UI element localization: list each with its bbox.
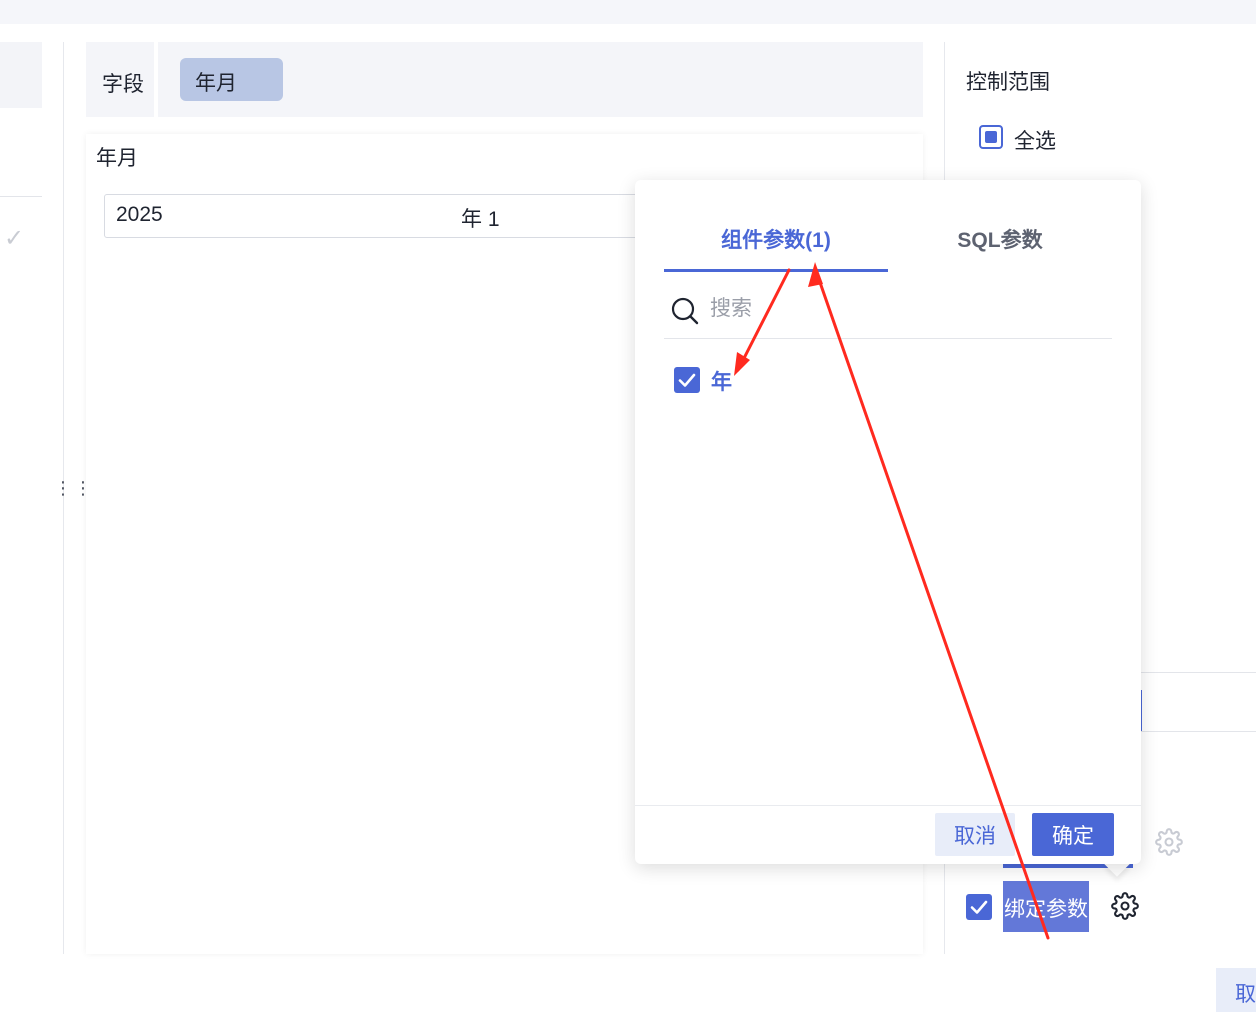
field-chip[interactable]: 年月: [180, 58, 283, 101]
panel-divider-left: [63, 42, 64, 954]
tab-sql-params[interactable]: SQL参数: [888, 224, 1112, 256]
param-popover: [635, 180, 1141, 864]
tab-component-params[interactable]: 组件参数(1): [664, 224, 888, 256]
left-divider: [0, 196, 42, 197]
cancel-button[interactable]: 取消: [935, 813, 1015, 856]
check-icon: [678, 373, 696, 387]
content-title: 年月: [96, 147, 138, 170]
date-unit-value: 年 1: [461, 208, 500, 231]
drag-handle-icon[interactable]: ⋮⋮: [54, 479, 92, 497]
select-all-checkbox[interactable]: [979, 125, 1003, 149]
search-icon: [670, 296, 700, 331]
confirm-button[interactable]: 确定: [1032, 813, 1114, 856]
bottom-cancel-button[interactable]: 取: [1216, 968, 1256, 1012]
search-underline: [664, 338, 1112, 339]
bind-checkbox[interactable]: [966, 894, 992, 920]
gear-icon[interactable]: [1155, 828, 1183, 861]
field-label: 字段: [102, 73, 144, 96]
date-input[interactable]: [104, 194, 644, 238]
bind-param-label[interactable]: 绑定参数: [1003, 881, 1089, 932]
date-year-value: 2025: [116, 203, 163, 226]
gear-icon[interactable]: [1111, 892, 1139, 925]
top-bar: [0, 0, 1256, 24]
right-divider: [1140, 672, 1256, 673]
param-checkbox[interactable]: [674, 367, 700, 393]
check-icon: [970, 900, 988, 914]
popover-footer-divider: [635, 805, 1141, 806]
scope-title: 控制范围: [966, 71, 1050, 94]
active-tab-underline: [664, 269, 888, 272]
right-divider-2: [1140, 731, 1256, 732]
search-input[interactable]: [710, 294, 1090, 324]
param-label[interactable]: 年: [711, 366, 732, 396]
select-all-label: 全选: [1014, 130, 1056, 153]
check-icon: ✓: [4, 225, 25, 252]
left-panel-stub: [0, 42, 42, 108]
